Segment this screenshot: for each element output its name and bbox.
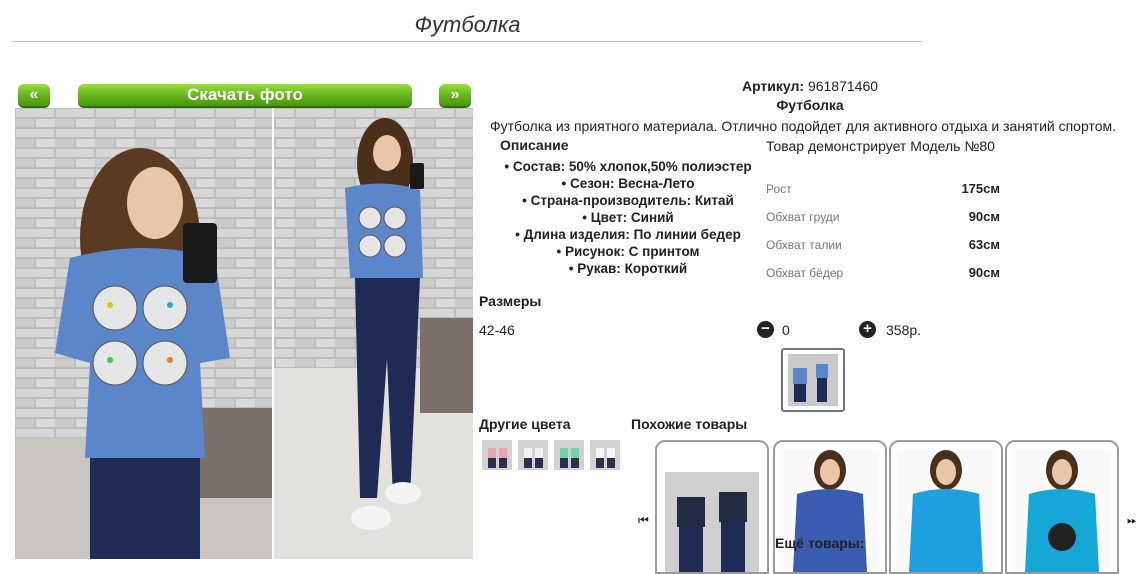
selected-photo-thumbnail[interactable]: [781, 348, 845, 412]
measurement-value: 90см: [968, 265, 1000, 280]
similar-heading: Похожие товары: [631, 416, 748, 432]
article-line: Артикул: 961871460: [560, 78, 1060, 94]
attribute-item: Цвет: Синий: [478, 209, 778, 226]
plus-circle-icon[interactable]: +: [859, 321, 876, 338]
attribute-item: Рисунок: С принтом: [478, 243, 778, 260]
color-variant-thumbnail[interactable]: [482, 440, 512, 470]
measurement-label: Обхват талии: [766, 238, 842, 252]
product-description: Футболка из приятного материала. Отлично…: [490, 118, 1117, 134]
title-divider: [12, 41, 922, 42]
next-photo-button[interactable]: »: [439, 84, 471, 106]
carousel-left-icon[interactable]: ⏮: [638, 513, 649, 528]
attribute-item: Состав: 50% хлопок,50% полиэстер: [478, 158, 778, 175]
measurement-label: Рост: [766, 182, 792, 196]
attribute-item: Сезон: Весна-Лето: [478, 175, 778, 192]
measurement-label: Обхват груди: [766, 210, 840, 224]
size-value: 42-46: [479, 322, 515, 338]
product-photo[interactable]: [15, 108, 473, 559]
more-products-heading: Ещё товары:: [775, 535, 865, 551]
measurement-value: 90см: [968, 209, 1000, 224]
quantity-value: 0: [782, 322, 790, 338]
download-photo-button[interactable]: Скачать фото: [78, 84, 412, 106]
page-title: Футболка: [414, 12, 521, 37]
attribute-item: Длина изделия: По линии бедер: [478, 226, 778, 243]
article-value: 961871460: [807, 78, 879, 94]
product-name: Футболка: [776, 97, 844, 113]
color-variant-thumbnail[interactable]: [554, 440, 584, 470]
measurement-value: 63см: [968, 237, 1000, 252]
attribute-item: Рукав: Короткий: [478, 260, 778, 277]
attribute-list: Состав: 50% хлопок,50% полиэстер Сезон: …: [478, 158, 778, 277]
sizes-heading: Размеры: [479, 293, 542, 309]
description-heading: Описание: [500, 137, 569, 153]
carousel-right-icon[interactable]: ⏭: [1127, 513, 1136, 528]
more-products-links-cutoff: [631, 553, 1131, 559]
model-text: Товар демонстрирует Модель №80: [766, 138, 995, 154]
minus-circle-icon[interactable]: −: [757, 321, 774, 338]
other-colors-heading: Другие цвета: [479, 416, 571, 432]
prev-photo-button[interactable]: «: [18, 84, 50, 106]
color-variant-thumbnail[interactable]: [518, 440, 548, 470]
measurement-label: Обхват бёдер: [766, 266, 844, 280]
measurement-value: 175см: [961, 181, 1000, 196]
article-label: Артикул:: [741, 78, 805, 94]
color-variant-thumbnail[interactable]: [590, 440, 620, 470]
price-value: 358р.: [886, 322, 922, 338]
attribute-item: Страна-производитель: Китай: [478, 192, 778, 209]
